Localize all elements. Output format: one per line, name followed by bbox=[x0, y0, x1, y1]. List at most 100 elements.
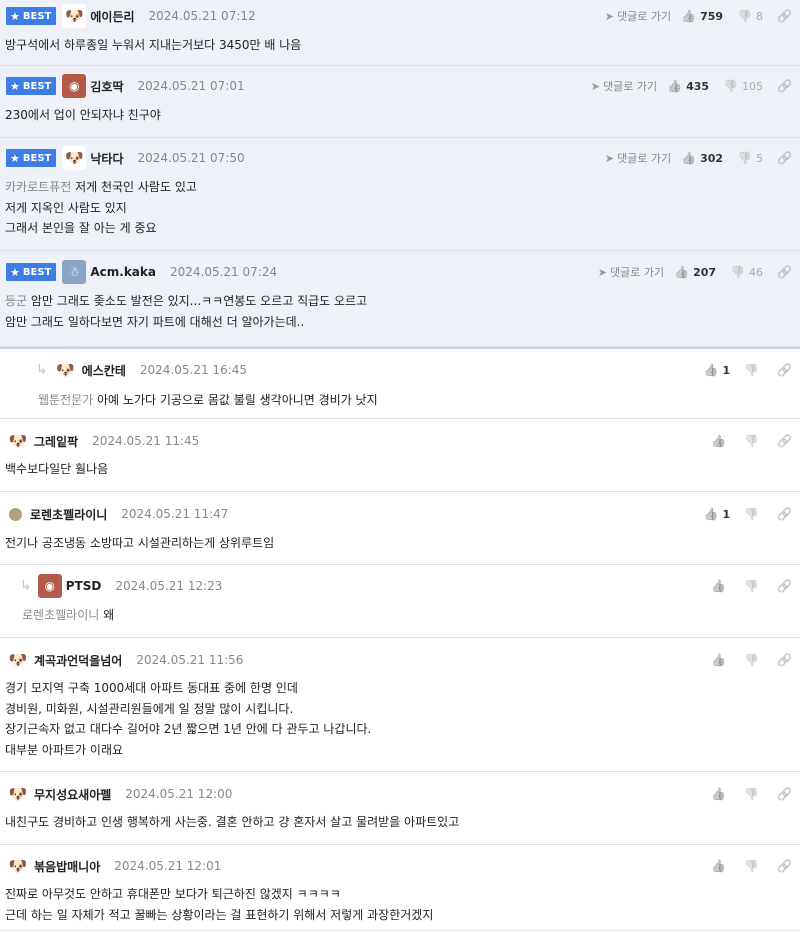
thumbs-up-icon: 👍 bbox=[681, 9, 697, 23]
comment-text: 암만 그래도 좆소도 발전은 있지...ㅋㅋ연봉도 오르고 직급도 오르고 bbox=[27, 294, 368, 308]
downvote-button[interactable]: 👎 105 bbox=[723, 79, 763, 93]
downvote-button[interactable]: 👎 46 bbox=[730, 265, 763, 279]
thumbs-up-icon: 👍 bbox=[703, 363, 719, 377]
mention-tag[interactable]: 등군 bbox=[5, 294, 27, 308]
author-name[interactable]: 그레잍팍 bbox=[34, 433, 78, 450]
comment-body: 로렌초펠라이니 왜 bbox=[22, 605, 114, 626]
comment-text: 230에서 업이 안되자냐 친구야 bbox=[5, 108, 161, 122]
comment-date: 2024.05.21 12:23 bbox=[115, 579, 223, 593]
downvote-button[interactable]: 👎 5 bbox=[737, 151, 763, 165]
comment-actions: 👍 👎 🔗 bbox=[711, 576, 792, 596]
avatar[interactable]: 🐶 bbox=[62, 4, 87, 28]
downvote-button[interactable]: 👎 bbox=[744, 434, 763, 448]
comment-body: 내친구도 경비하고 인생 행복하게 사는중. 결혼 안하고 걍 혼자서 살고 물… bbox=[5, 812, 459, 833]
comment-actions: 👍 👎 🔗 bbox=[711, 431, 792, 451]
avatar[interactable]: ◉ bbox=[37, 574, 62, 598]
avatar[interactable]: 🐶 bbox=[6, 648, 30, 672]
upvote-count: 1 bbox=[722, 364, 731, 377]
link-icon[interactable]: 🔗 bbox=[777, 265, 792, 279]
avatar[interactable] bbox=[9, 507, 22, 521]
comment-text: 진짜로 아무것도 안하고 휴대폰만 보다가 퇴근하진 않겠지 ㅋㅋㅋㅋ bbox=[5, 887, 341, 901]
comment-line: 웹툰전문가 아예 노가다 기공으로 몸값 불릴 생각아니면 경비가 낫지 bbox=[38, 390, 378, 411]
avatar[interactable]: ◉ bbox=[62, 74, 87, 98]
comment-date: 2024.05.21 12:00 bbox=[125, 787, 233, 801]
upvote-button[interactable]: 👍 bbox=[711, 787, 730, 801]
author-name[interactable]: 에스칸테 bbox=[82, 362, 126, 379]
goto-reply-label: 댓글로 가기 bbox=[617, 152, 672, 165]
upvote-button[interactable]: 👍 bbox=[711, 859, 730, 873]
link-icon[interactable]: 🔗 bbox=[777, 79, 792, 93]
comment-header: ★ BEST 🐶 낙타다 2024.05.21 07:50 bbox=[6, 146, 245, 170]
best-badge: ★ BEST bbox=[6, 7, 57, 25]
avatar[interactable]: 🐶 bbox=[6, 429, 30, 453]
thumbs-down-icon: 👎 bbox=[744, 653, 760, 667]
thumbs-down-icon: 👎 bbox=[744, 859, 760, 873]
author-name[interactable]: 김호딱 bbox=[90, 78, 123, 95]
comment-actions: 👍 👎 🔗 bbox=[711, 650, 792, 670]
author-name[interactable]: 볶음밥매니아 bbox=[34, 858, 100, 875]
link-icon[interactable]: 🔗 bbox=[777, 859, 792, 873]
comment-item: ★ BEST ◉ 김호딱 2024.05.21 07:01 ➤ 댓글로 가기 👍 435 👎 105… bbox=[0, 66, 800, 138]
avatar[interactable]: 🐶 bbox=[53, 358, 78, 382]
avatar[interactable]: ☃ bbox=[62, 260, 87, 284]
author-name[interactable]: 무지성요새아펠 bbox=[34, 786, 111, 803]
comment-text: 전기나 공조냉동 소방따고 시설관리하는게 상위루트임 bbox=[5, 536, 275, 550]
author-name[interactable]: 낙타다 bbox=[90, 150, 123, 167]
comment-header: 🐶 무지성요새아펠 2024.05.21 12:00 bbox=[6, 782, 233, 806]
link-icon[interactable]: 🔗 bbox=[777, 579, 792, 593]
goto-reply-link[interactable]: ➤ 댓글로 가기 bbox=[605, 150, 671, 166]
avatar[interactable]: 🐶 bbox=[6, 854, 30, 878]
downvote-button[interactable]: 👎 8 bbox=[737, 9, 763, 23]
upvote-button[interactable]: 👍 1 bbox=[703, 507, 730, 521]
comment-header: 🐶 볶음밥매니아 2024.05.21 12:01 bbox=[6, 854, 221, 878]
thumbs-up-icon: 👍 bbox=[667, 79, 683, 93]
star-icon: ★ bbox=[10, 265, 20, 279]
upvote-button[interactable]: 👍 1 bbox=[703, 363, 730, 377]
link-icon[interactable]: 🔗 bbox=[777, 507, 792, 521]
upvote-button[interactable]: 👍 bbox=[711, 653, 730, 667]
link-icon[interactable]: 🔗 bbox=[777, 787, 792, 801]
mention-tag[interactable]: 웹툰전문가 bbox=[38, 393, 93, 407]
thumbs-down-icon: 👎 bbox=[744, 507, 760, 521]
downvote-button[interactable]: 👎 bbox=[744, 787, 763, 801]
upvote-button[interactable]: 👍 bbox=[711, 434, 730, 448]
upvote-button[interactable]: 👍 759 bbox=[681, 9, 723, 23]
comment-body: 전기나 공조냉동 소방따고 시설관리하는게 상위루트임 bbox=[5, 533, 274, 554]
goto-reply-link[interactable]: ➤ 댓글로 가기 bbox=[605, 8, 671, 24]
mention-tag[interactable]: 카카로트퓨전 bbox=[5, 180, 71, 194]
link-icon[interactable]: 🔗 bbox=[777, 9, 792, 23]
downvote-button[interactable]: 👎 bbox=[744, 653, 763, 667]
best-label: BEST bbox=[22, 10, 52, 22]
thumbs-down-icon: 👎 bbox=[744, 787, 760, 801]
upvote-button[interactable]: 👍 bbox=[711, 579, 730, 593]
mention-tag[interactable]: 로렌초펠라이니 bbox=[22, 608, 99, 622]
link-icon[interactable]: 🔗 bbox=[777, 151, 792, 165]
comment-line: 진짜로 아무것도 안하고 휴대폰만 보다가 퇴근하진 않겠지 ㅋㅋㅋㅋ bbox=[5, 884, 433, 905]
goto-reply-link[interactable]: ➤ 댓글로 가기 bbox=[591, 78, 657, 94]
goto-reply-link[interactable]: ➤ 댓글로 가기 bbox=[598, 264, 664, 280]
author-name[interactable]: 에이든리 bbox=[90, 8, 134, 25]
send-icon: ➤ bbox=[590, 80, 601, 93]
downvote-button[interactable]: 👎 bbox=[744, 507, 763, 521]
link-icon[interactable]: 🔗 bbox=[777, 653, 792, 667]
link-icon[interactable]: 🔗 bbox=[777, 363, 792, 377]
comment-body: 카카로트퓨전 저게 천국인 사람도 있고 저게 지옥인 사람도 있지 그래서 본인을… bbox=[5, 177, 197, 239]
author-name[interactable]: PTSD bbox=[66, 579, 102, 593]
upvote-button[interactable]: 👍 207 bbox=[674, 265, 716, 279]
comment-actions: ➤ 댓글로 가기 👍 207 👎 46 🔗 bbox=[598, 262, 792, 282]
avatar[interactable]: 🐶 bbox=[62, 146, 87, 170]
author-name[interactable]: Acm.kaka bbox=[90, 265, 156, 279]
author-name[interactable]: 로렌초펠라이니 bbox=[30, 506, 107, 523]
upvote-button[interactable]: 👍 302 bbox=[681, 151, 723, 165]
downvote-button[interactable]: 👎 bbox=[744, 579, 763, 593]
comment-text: 아예 노가다 기공으로 몸값 불릴 생각아니면 경비가 낫지 bbox=[93, 393, 378, 407]
comment-date: 2024.05.21 16:45 bbox=[139, 363, 248, 377]
comment-date: 2024.05.21 11:45 bbox=[92, 434, 200, 448]
link-icon[interactable]: 🔗 bbox=[777, 434, 792, 448]
upvote-button[interactable]: 👍 435 bbox=[667, 79, 709, 93]
downvote-button[interactable]: 👎 bbox=[744, 859, 763, 873]
author-name[interactable]: 계곡과언덕을넘어 bbox=[34, 652, 122, 669]
avatar[interactable]: 🐶 bbox=[6, 782, 30, 806]
thumbs-up-icon: 👍 bbox=[674, 265, 690, 279]
downvote-button[interactable]: 👎 bbox=[744, 363, 763, 377]
